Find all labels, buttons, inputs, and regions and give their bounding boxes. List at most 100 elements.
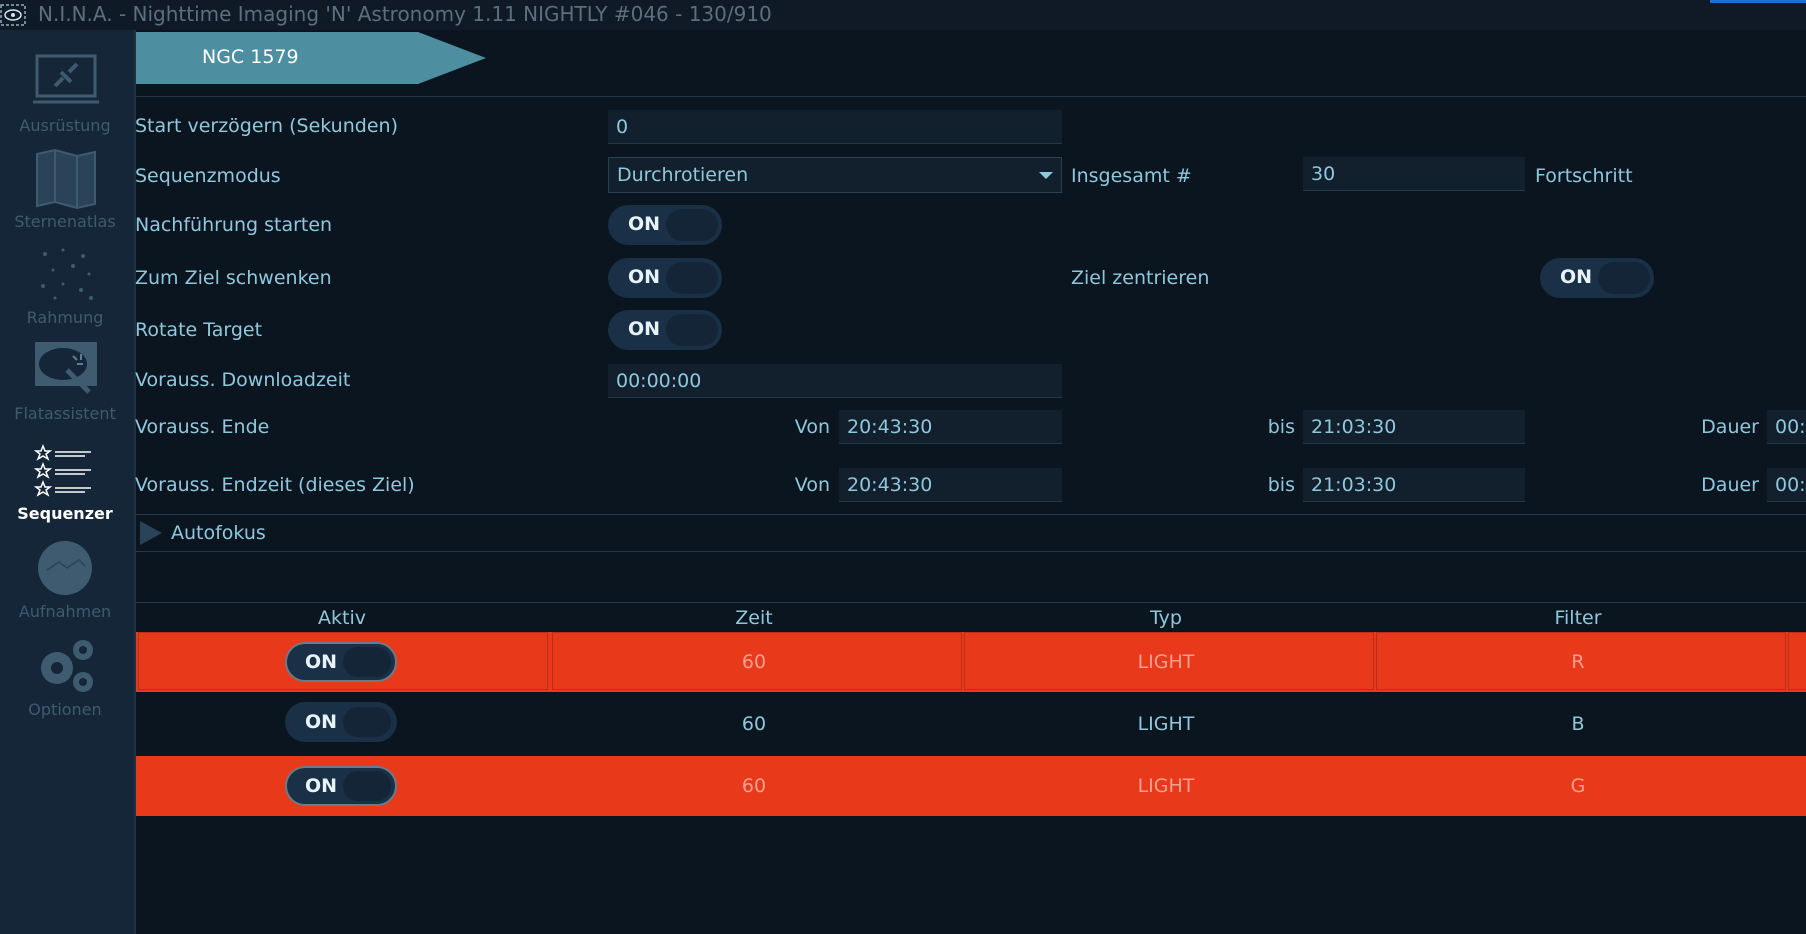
flat-wizard-icon [35, 342, 97, 394]
divider [136, 551, 1806, 552]
table-row[interactable]: ON 60 LIGHT R [136, 632, 1806, 692]
est-end-target-to-field: 21:03:30 [1303, 468, 1525, 502]
toggle-knob [343, 771, 391, 801]
autofocus-label: Autofokus [171, 522, 266, 544]
cell-type[interactable]: LIGHT [960, 694, 1372, 754]
column-header-active[interactable]: Aktiv [136, 607, 548, 629]
est-end-duration-label: Dauer [1701, 416, 1759, 438]
sidebar-item-imaging[interactable]: Aufnahmen [0, 538, 134, 634]
total-input[interactable]: 30 [1303, 157, 1525, 191]
est-end-target-from-field: 20:43:30 [839, 468, 1062, 502]
sidebar-item-options[interactable]: Optionen [0, 636, 134, 732]
row-active-toggle[interactable]: ON [285, 766, 397, 806]
sidebar-item-label: Sternenatlas [14, 212, 116, 231]
sequence-mode-label: Sequenzmodus [135, 165, 281, 187]
sequence-mode-select[interactable]: Durchrotieren [608, 157, 1062, 193]
expand-arrow-icon [140, 521, 162, 545]
sidebar-item-equipment[interactable]: Ausrüstung [0, 52, 134, 148]
est-end-from-label: Von [794, 416, 830, 438]
title-bar: N.I.N.A. - Nighttime Imaging 'N' Astrono… [0, 0, 1806, 30]
toggle-knob [666, 209, 718, 241]
est-end-target-to-label: bis [1267, 474, 1295, 496]
est-end-duration-field: 00:2 [1767, 410, 1806, 444]
start-delay-input[interactable]: 0 [608, 110, 1062, 144]
sidebar-item-sequencer[interactable]: Sequenzer [0, 440, 134, 536]
toggle-state: ON [628, 318, 661, 340]
toggle-state: ON [305, 711, 338, 733]
slew-to-target-toggle[interactable]: ON [608, 258, 722, 298]
cell-time[interactable]: 60 [548, 694, 960, 754]
sidebar-item-flat-wizard[interactable]: Flatassistent [0, 340, 134, 436]
est-download-label: Vorauss. Downloadzeit [135, 369, 351, 391]
est-end-from-field: 20:43:30 [839, 410, 1062, 444]
window-accent [1710, 0, 1806, 3]
cell-time[interactable]: 60 [548, 756, 960, 816]
imaging-icon [38, 541, 92, 595]
toggle-state: ON [305, 775, 338, 797]
total-label: Insgesamt # [1071, 165, 1192, 187]
gear-icon [41, 640, 93, 692]
toggle-state: ON [628, 266, 661, 288]
cell-filter[interactable]: B [1372, 694, 1784, 754]
center-target-label: Ziel zentrieren [1071, 267, 1210, 289]
toggle-knob [343, 647, 391, 677]
chevron-down-icon [1039, 172, 1053, 179]
table-row[interactable]: ON 60 LIGHT B [136, 694, 1806, 754]
star-map-icon [36, 148, 96, 210]
toggle-knob [666, 314, 718, 346]
start-guiding-label: Nachführung starten [135, 214, 333, 236]
est-end-to-field: 21:03:30 [1303, 410, 1525, 444]
toggle-knob [1598, 262, 1650, 294]
rotate-target-label: Rotate Target [135, 319, 263, 341]
column-header-time[interactable]: Zeit [548, 607, 960, 629]
sidebar-item-star-map[interactable]: Sternenatlas [0, 148, 134, 244]
sidebar-item-label: Aufnahmen [18, 602, 112, 621]
cell-type[interactable]: LIGHT [960, 632, 1372, 692]
sequencer-icon [33, 443, 91, 497]
est-download-field: 00:00:00 [608, 364, 1062, 398]
cell-filter[interactable]: G [1372, 756, 1784, 816]
toggle-knob [666, 262, 718, 294]
table-row[interactable]: ON 60 LIGHT G [136, 756, 1806, 816]
est-end-label: Vorauss. Ende [135, 416, 270, 438]
rotate-target-toggle[interactable]: ON [608, 310, 722, 350]
sidebar-item-label: Optionen [28, 700, 102, 719]
start-guiding-toggle[interactable]: ON [608, 205, 722, 245]
divider [136, 96, 1806, 97]
cell-time[interactable]: 60 [548, 632, 960, 692]
cell-filter[interactable]: R [1372, 632, 1784, 692]
sequence-mode-value: Durchrotieren [617, 164, 749, 186]
est-end-to-label: bis [1267, 416, 1295, 438]
slew-to-target-label: Zum Ziel schwenken [135, 267, 332, 289]
sidebar-item-label: Ausrüstung [19, 116, 111, 135]
sidebar: Ausrüstung Sternenatlas Rahmung Flatassi… [0, 30, 136, 934]
window-title: N.I.N.A. - Nighttime Imaging 'N' Astrono… [38, 2, 772, 26]
app-logo-icon [0, 4, 26, 26]
row-active-toggle[interactable]: ON [285, 642, 397, 682]
sidebar-item-framing[interactable]: Rahmung [0, 244, 134, 340]
row-active-toggle[interactable]: ON [285, 702, 397, 742]
sidebar-item-label: Sequenzer [17, 504, 113, 523]
sidebar-item-label: Flatassistent [14, 404, 116, 423]
toggle-state: ON [628, 213, 661, 235]
tab-shape [136, 32, 486, 84]
target-name: NGC 1579 [202, 46, 299, 68]
est-end-target-duration-field: 00:2 [1767, 468, 1806, 502]
autofocus-expander[interactable]: Autofokus [136, 515, 1806, 551]
center-target-toggle[interactable]: ON [1540, 258, 1654, 298]
cell-type[interactable]: LIGHT [960, 756, 1372, 816]
toggle-knob [343, 707, 391, 737]
target-tab[interactable]: NGC 1579 [136, 32, 486, 84]
est-end-target-label: Vorauss. Endzeit (dieses Ziel) [135, 474, 415, 496]
column-header-filter[interactable]: Filter [1372, 607, 1784, 629]
cell-border [1788, 632, 1806, 690]
equipment-icon [33, 54, 99, 104]
table-header: Aktiv Zeit Typ Filter [136, 602, 1806, 633]
est-end-target-from-label: Von [794, 474, 830, 496]
est-end-target-duration-label: Dauer [1701, 474, 1759, 496]
sidebar-item-label: Rahmung [26, 308, 104, 327]
column-header-type[interactable]: Typ [960, 607, 1372, 629]
start-delay-label: Start verzögern (Sekunden) [135, 115, 398, 137]
framing-icon [41, 248, 93, 300]
toggle-state: ON [305, 651, 338, 673]
